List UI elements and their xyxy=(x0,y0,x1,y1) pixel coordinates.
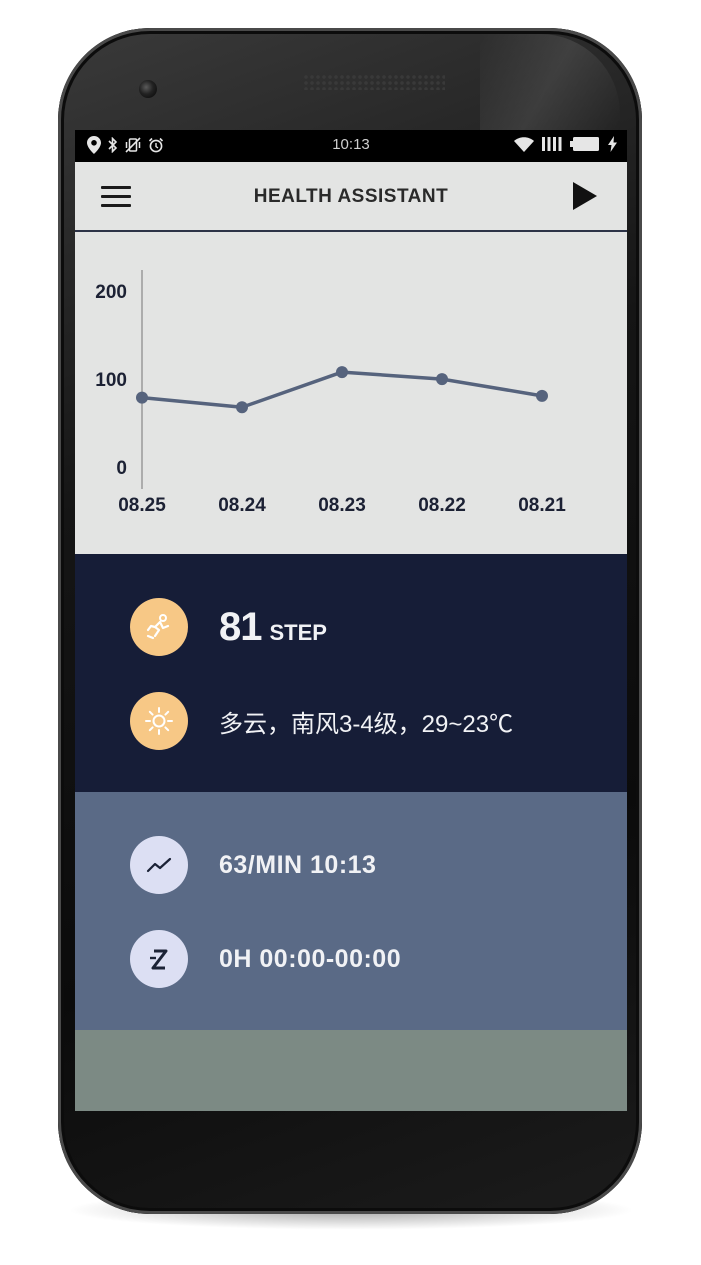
weather-row[interactable]: 多云，南风3-4级，29~23℃ xyxy=(130,692,513,750)
x-tick-label: 08.21 xyxy=(518,495,566,516)
front-camera xyxy=(139,80,157,98)
heart-rate-text: 63/MIN 10:13 xyxy=(219,850,377,879)
battery-icon xyxy=(570,137,599,151)
vitals-panel: 63/MIN 10:13 0H 00:00-00:00 xyxy=(75,792,627,1030)
data-point[interactable] xyxy=(336,366,348,379)
data-point[interactable] xyxy=(136,391,148,404)
sleep-z-icon xyxy=(150,949,168,970)
steps-chart: 200 100 0 08.25 08.24 08.23 08.22 08.21 xyxy=(75,232,627,554)
x-tick-label: 08.23 xyxy=(318,495,366,516)
sleep-row[interactable]: 0H 00:00-00:00 xyxy=(130,930,401,988)
signal-icon xyxy=(542,137,562,151)
weather-icon-badge xyxy=(130,692,188,750)
heart-rate-icon-badge xyxy=(130,836,188,894)
page-title: HEALTH ASSISTANT xyxy=(253,186,449,207)
y-tick-label: 200 xyxy=(95,282,127,303)
app-bar: HEALTH ASSISTANT xyxy=(75,162,627,232)
status-bar: 10:13 xyxy=(75,130,627,162)
steps-unit: STEP xyxy=(269,619,327,645)
x-tick-label: 08.25 xyxy=(118,495,166,516)
y-tick-label: 100 xyxy=(95,370,127,391)
screen: 10:13 HEALTH ASSISTANT 200 100 0 08.25 0… xyxy=(75,130,627,1111)
data-point[interactable] xyxy=(236,401,248,414)
steps-line-chart: 200 100 0 08.25 08.24 08.23 08.22 08.21 xyxy=(95,270,566,516)
y-tick-label: 0 xyxy=(116,458,127,479)
steps-text: 81 STEP xyxy=(219,605,327,650)
weather-text: 多云，南风3-4级，29~23℃ xyxy=(219,710,514,738)
running-person-icon xyxy=(146,614,170,640)
data-point[interactable] xyxy=(436,373,448,386)
sleep-icon-badge xyxy=(130,930,188,988)
play-icon[interactable] xyxy=(573,182,597,210)
x-tick-label: 08.22 xyxy=(418,495,466,516)
earpiece-speaker xyxy=(303,74,445,90)
steps-value: 81 xyxy=(219,604,262,649)
x-tick-label: 08.24 xyxy=(218,495,266,516)
data-point[interactable] xyxy=(536,389,548,402)
sun-icon xyxy=(145,707,173,735)
activity-panel: 81 STEP 多云，南风3-4级，29~23℃ xyxy=(75,554,627,792)
wifi-icon xyxy=(514,136,534,152)
status-right-icons xyxy=(514,136,617,152)
sleep-text: 0H 00:00-00:00 xyxy=(219,944,402,973)
steps-icon-badge xyxy=(130,598,188,656)
trend-line-icon xyxy=(146,857,172,873)
bottom-panel xyxy=(75,1030,627,1111)
charging-icon xyxy=(608,136,617,152)
steps-row[interactable]: 81 STEP xyxy=(130,598,327,656)
heart-rate-row[interactable]: 63/MIN 10:13 xyxy=(130,836,376,894)
